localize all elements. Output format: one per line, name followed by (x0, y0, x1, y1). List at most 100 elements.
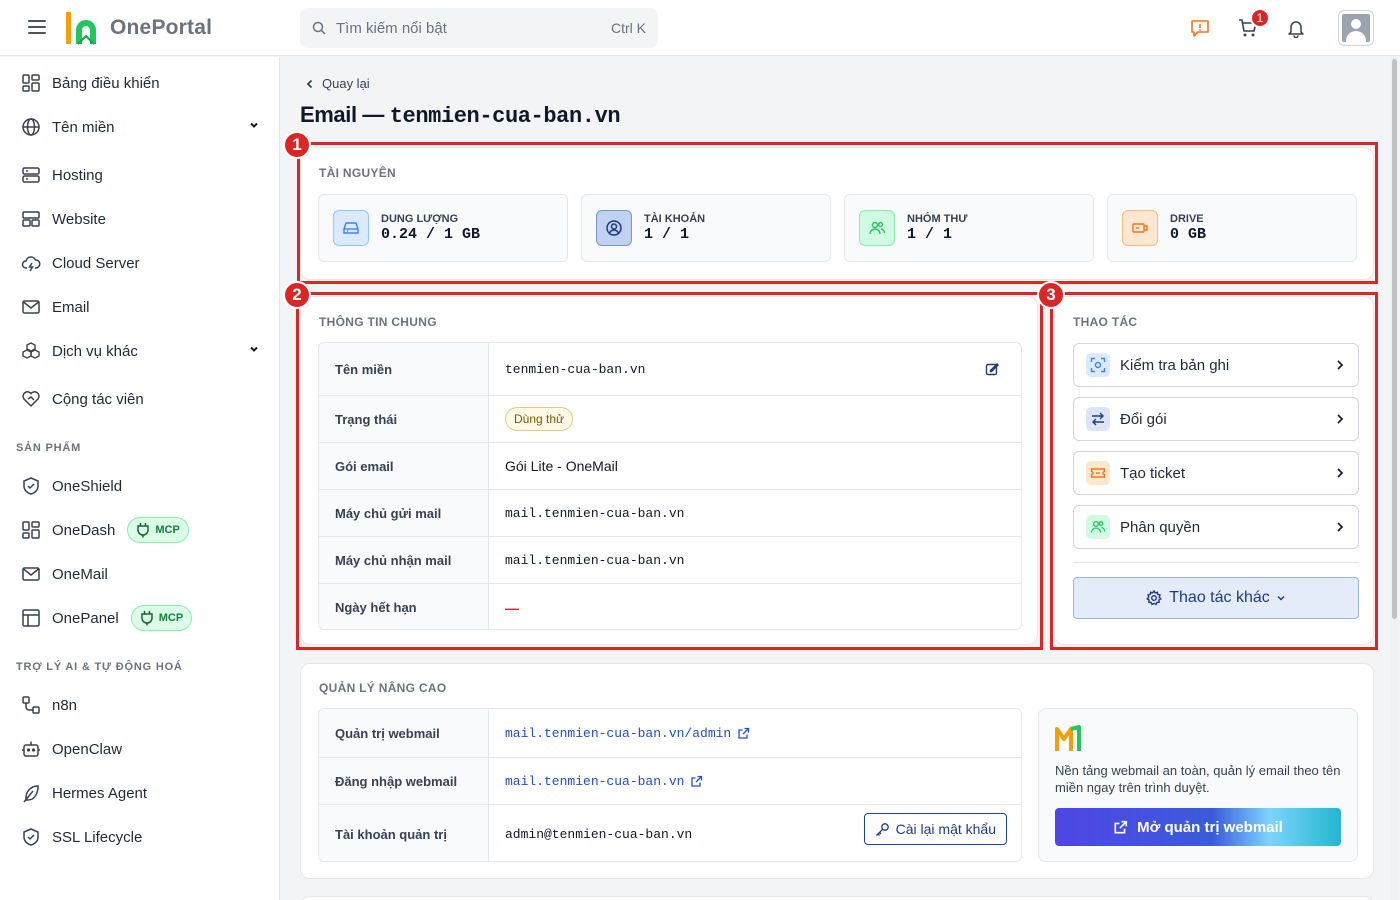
table-row: Ngày hết hạn — (319, 583, 1021, 629)
search-input[interactable]: Tìm kiếm nổi bật Ctrl K (300, 8, 658, 48)
search-icon (312, 21, 326, 35)
sidebar-item-n8n[interactable]: n8n (20, 689, 260, 721)
search-shortcut: Ctrl K (611, 20, 646, 36)
divider (1073, 562, 1359, 563)
row-key: Gói email (319, 443, 489, 489)
menu-icon[interactable] (28, 20, 46, 34)
domain-value: tenmien-cua-ban.vn (505, 361, 646, 377)
actions-card: THAO TÁC Kiểm tra bản ghi Đổi gói Tạo ti… (1054, 296, 1374, 645)
general-info-table: Tên miền tenmien-cua-ban.vn Trạng thái D… (318, 342, 1022, 630)
create-ticket-button[interactable]: Tạo ticket (1073, 451, 1359, 495)
cloud-icon (20, 252, 42, 274)
more-actions-label: Thao tác khác (1169, 589, 1270, 606)
users-icon (859, 210, 895, 246)
bell-icon[interactable] (1284, 16, 1308, 40)
table-row: Tài khoản quản trị admin@tenmien-cua-ban… (319, 804, 1021, 861)
row-key: Máy chủ gửi mail (319, 490, 489, 536)
edit-icon[interactable] (985, 362, 999, 376)
more-actions-button[interactable]: Thao tác khác (1073, 577, 1359, 619)
sidebar-item-label: Hosting (52, 166, 103, 184)
avatar[interactable] (1338, 10, 1374, 46)
open-webmail-admin-button[interactable]: Mở quản trị webmail (1055, 808, 1341, 846)
gear-icon (1146, 590, 1163, 606)
sidebar-item-openclaw[interactable]: OpenClaw (20, 733, 260, 765)
sidebar-item-label: Cộng tác viên (52, 390, 144, 408)
key-icon (875, 822, 889, 836)
sidebar-item-dashboard[interactable]: Bảng điều khiển (20, 67, 260, 99)
status-badge: Dùng thử (505, 407, 574, 431)
sidebar-item-label: Website (52, 210, 106, 228)
external-link-icon[interactable] (690, 775, 703, 788)
sidebar-item-label: OpenClaw (52, 740, 123, 758)
sidebar-item-ssl-lifecycle[interactable]: SSL Lifecycle (20, 821, 260, 853)
table-row: Trạng thái Dùng thử (319, 395, 1021, 442)
permissions-button[interactable]: Phân quyền (1073, 505, 1359, 549)
reset-password-button[interactable]: Cài lại mật khẩu (863, 813, 1007, 845)
chevron-right-icon (1337, 360, 1344, 370)
stat-label: NHÓM THƯ (907, 213, 968, 225)
brand-logo[interactable]: OnePortal (64, 10, 212, 46)
promo-text: Nền tảng webmail an toàn, quản lý email … (1055, 763, 1341, 795)
sidebar-item-label: OneMail (52, 565, 108, 583)
marker-2: 2 (283, 281, 311, 309)
resources-title: TÀI NGUYÊN (319, 166, 397, 180)
sidebar-item-domain[interactable]: Tên miền (20, 111, 260, 143)
cart-count-badge: 1 (1250, 8, 1270, 28)
sidebar-item-website[interactable]: Website (20, 203, 260, 235)
sidebar-item-hosting[interactable]: Hosting (20, 159, 260, 191)
chevron-down-icon (1277, 595, 1285, 601)
sidebar-item-hermes-agent[interactable]: Hermes Agent (20, 777, 260, 809)
title-prefix: Email — (300, 102, 385, 127)
expiry-value: — (505, 599, 519, 616)
webmail-admin-link[interactable]: mail.tenmien-cua-ban.vn/admin (505, 726, 731, 741)
sidebar-item-onepanel[interactable]: OnePanel MCP (20, 602, 260, 634)
logo-mark-icon (64, 10, 104, 46)
change-plan-button[interactable]: Đổi gói (1073, 397, 1359, 441)
plug-icon (137, 523, 150, 538)
cart-icon[interactable]: 1 (1236, 8, 1270, 40)
sidebar-item-affiliate[interactable]: Cộng tác viên (20, 383, 260, 415)
server-icon (20, 164, 42, 186)
marker-3: 3 (1037, 281, 1065, 309)
bot-icon (20, 738, 42, 760)
top-bar: OnePortal Tìm kiếm nổi bật Ctrl K 1 (0, 0, 1400, 56)
stat-label: TÀI KHOẢN (644, 213, 706, 225)
website-icon (20, 208, 42, 230)
chevron-right-icon (1337, 468, 1344, 478)
sidebar-item-label: n8n (52, 696, 78, 714)
back-link[interactable]: Quay lại (304, 76, 370, 91)
row-value: — (489, 584, 1021, 629)
row-key: Trạng thái (319, 396, 489, 442)
sidebar-item-onedash[interactable]: OneDash MCP (20, 514, 260, 546)
scrollbar[interactable] (1391, 57, 1398, 900)
chevron-left-icon (306, 79, 313, 88)
chevron-down-icon[interactable] (248, 343, 260, 355)
row-value: Gói Lite - OneMail (505, 458, 618, 474)
stat-value: 1 / 1 (907, 226, 953, 243)
sidebar-item-oneshield[interactable]: OneShield (20, 470, 260, 502)
handshake-icon (20, 388, 42, 410)
row-value: mail.tenmien-cua-ban.vn (505, 552, 685, 568)
sidebar-item-email[interactable]: Email (20, 291, 260, 323)
sidebar-item-cloud-server[interactable]: Cloud Server (20, 247, 260, 279)
stat-label: DRIVE (1170, 213, 1204, 225)
chevron-down-icon[interactable] (248, 119, 260, 131)
row-key: Quản trị webmail (319, 709, 489, 757)
external-link-icon[interactable] (737, 727, 750, 740)
row-key: Máy chủ nhận mail (319, 537, 489, 583)
check-records-button[interactable]: Kiểm tra bản ghi (1073, 343, 1359, 387)
action-label: Kiểm tra bản ghi (1120, 356, 1230, 374)
mcp-badge: MCP (127, 517, 189, 543)
sidebar-item-other-services[interactable]: Dịch vụ khác (20, 335, 260, 367)
sidebar-item-label: Cloud Server (52, 254, 140, 272)
table-row: Máy chủ gửi mail mail.tenmien-cua-ban.vn (319, 489, 1021, 536)
mail-icon (20, 563, 42, 585)
row-value: mail.tenmien-cua-ban.vn (489, 758, 1021, 804)
webmail-login-link[interactable]: mail.tenmien-cua-ban.vn (505, 774, 684, 789)
action-label: Tạo ticket (1120, 464, 1186, 482)
panel-icon (20, 607, 42, 629)
feedback-icon[interactable] (1188, 16, 1212, 40)
scrollbar-thumb[interactable] (1392, 59, 1397, 619)
sidebar-item-onemail[interactable]: OneMail (20, 558, 260, 590)
reset-password-label: Cài lại mật khẩu (895, 821, 996, 837)
